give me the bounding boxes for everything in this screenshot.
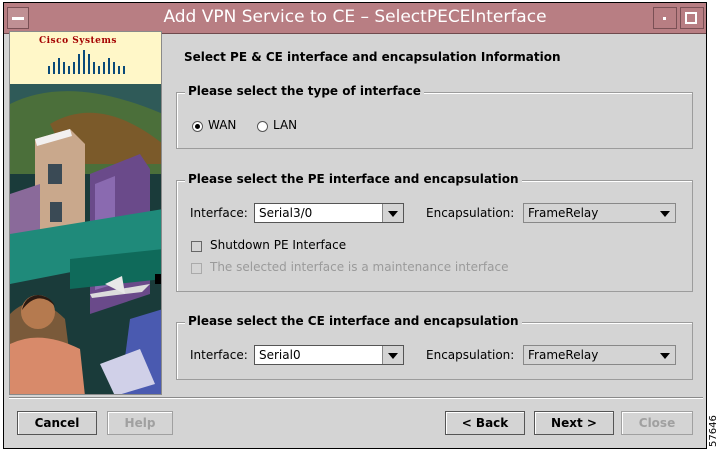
ce-interface-group: Please select the CE interface and encap…: [176, 314, 693, 380]
title-bar[interactable]: Add VPN Service to CE – SelectPECEInterf…: [4, 3, 706, 34]
close-button[interactable]: Close: [621, 411, 693, 435]
pe-interface-label: Interface:: [190, 206, 248, 220]
minimize-icon: [663, 17, 666, 20]
cancel-button[interactable]: Cancel: [17, 411, 97, 435]
ce-group-title: Please select the CE interface and encap…: [185, 314, 522, 328]
ce-encapsulation-value: FrameRelay: [528, 348, 599, 362]
lan-radio[interactable]: [257, 121, 268, 132]
ce-interface-select[interactable]: Serial0: [254, 345, 404, 365]
minimize-button[interactable]: [653, 7, 677, 29]
pe-interface-group: Please select the PE interface and encap…: [176, 172, 693, 292]
pe-interface-value: Serial3/0: [259, 206, 313, 220]
maintenance-interface-checkbox[interactable]: [191, 263, 202, 274]
cisco-logo: Cisco Systems: [10, 32, 161, 84]
lan-radio-label: LAN: [273, 118, 298, 132]
help-button[interactable]: Help: [107, 411, 173, 435]
pe-encapsulation-label: Encapsulation:: [426, 206, 515, 220]
pe-encapsulation-value: FrameRelay: [528, 206, 599, 220]
window-title: Add VPN Service to CE – SelectPECEInterf…: [163, 7, 547, 27]
ce-interface-dropdown-icon[interactable]: [382, 346, 403, 364]
wan-radio[interactable]: [192, 121, 203, 132]
pe-encapsulation-select[interactable]: FrameRelay: [523, 203, 676, 223]
cisco-illustration: Cisco Systems: [9, 31, 162, 395]
maintenance-interface-label: The selected interface is a maintenance …: [210, 260, 509, 274]
pe-encapsulation-dropdown-icon[interactable]: [655, 204, 675, 222]
interface-type-group: Please select the type of interface WAN …: [176, 84, 693, 149]
wan-radio-label: WAN: [208, 118, 237, 132]
ce-encapsulation-select[interactable]: FrameRelay: [523, 345, 676, 365]
page-heading: Select PE & CE interface and encapsulati…: [184, 50, 561, 64]
footer-divider: [9, 397, 703, 399]
ce-encapsulation-label: Encapsulation:: [426, 348, 515, 362]
figure-number: 57646: [708, 415, 719, 447]
pe-interface-select[interactable]: Serial3/0: [254, 203, 404, 223]
pe-interface-dropdown-icon[interactable]: [382, 204, 403, 222]
ce-interface-value: Serial0: [259, 348, 301, 362]
interface-type-group-title: Please select the type of interface: [185, 84, 424, 98]
maximize-icon: [685, 12, 697, 24]
cisco-logo-bars-icon: [48, 50, 125, 74]
pe-group-title: Please select the PE interface and encap…: [185, 172, 522, 186]
scene-artwork: [10, 84, 161, 394]
shutdown-pe-label: Shutdown PE Interface: [210, 238, 347, 252]
ce-interface-label: Interface:: [190, 348, 248, 362]
dialog-window: Add VPN Service to CE – SelectPECEInterf…: [3, 2, 707, 449]
ce-encapsulation-dropdown-icon[interactable]: [655, 346, 675, 364]
next-button[interactable]: Next >: [534, 411, 614, 435]
cisco-logo-text: Cisco Systems: [38, 36, 118, 46]
shutdown-pe-checkbox[interactable]: [191, 241, 202, 252]
maximize-button[interactable]: [680, 7, 704, 29]
back-button[interactable]: < Back: [445, 411, 525, 435]
